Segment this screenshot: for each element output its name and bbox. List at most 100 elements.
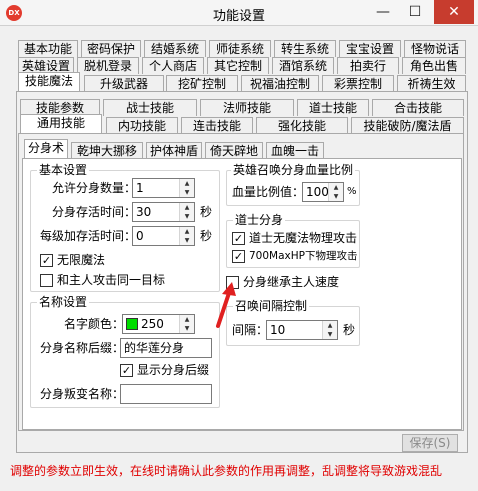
tab-blood-soul-strike[interactable]: 血魄一击 [266, 142, 324, 159]
check-mark-icon[interactable]: ✓ [232, 232, 245, 245]
taoist-no-magic-label: 道士无魔法物理攻击 [249, 231, 358, 245]
tab-password-protect[interactable]: 密码保护 [81, 40, 141, 57]
tab-offline-login[interactable]: 脱机登录 [77, 57, 139, 74]
max-clones-arrows[interactable]: ▲ ▼ [179, 179, 194, 197]
bottom-warning-text: 调整的参数立即生效，在线时请确认此参数的作用再调整，乱调整将导致游戏混乱 [10, 464, 443, 478]
tab-rebirth[interactable]: 转生系统 [274, 40, 336, 57]
name-color-value: 250 [141, 317, 164, 331]
unlimited-magic-checkbox[interactable]: ✓ 无限魔法 [40, 252, 160, 268]
spin-down-icon[interactable]: ▼ [180, 236, 194, 245]
name-settings-title: 名称设置 [37, 294, 90, 310]
tab-auction[interactable]: 拍卖行 [337, 57, 399, 74]
interval-spinner[interactable]: 10 ▲ ▼ [266, 320, 338, 340]
check-mark-icon[interactable]: ✓ [120, 364, 133, 377]
spin-up-icon[interactable]: ▲ [180, 315, 194, 324]
spin-down-icon[interactable]: ▼ [180, 212, 194, 221]
attack-same-target-checkbox[interactable]: 和主人攻击同一目标 [40, 272, 200, 288]
max-clones-label: 允许分身数量： [52, 181, 137, 195]
hp-ratio-spinner[interactable]: 100 ▲ ▼ [302, 182, 344, 202]
per-level-time-spinner[interactable]: 0 ▲ ▼ [132, 226, 195, 246]
interval-unit: 秒 [343, 323, 356, 337]
taoist-no-magic-checkbox[interactable]: ✓ 道士无魔法物理攻击 [232, 230, 358, 246]
spin-down-icon[interactable]: ▼ [323, 330, 337, 339]
tab-lottery-control[interactable]: 彩票控制 [322, 75, 394, 92]
tab-enhance-skills[interactable]: 强化技能 [256, 117, 348, 134]
tab-master-apprentice[interactable]: 师徒系统 [209, 40, 271, 57]
tab-marriage[interactable]: 结婚系统 [144, 40, 206, 57]
name-color-spinner[interactable]: 250 ▲ ▼ [122, 314, 195, 334]
hp-ratio-label: 血量比例值： [232, 185, 305, 199]
annotation-arrow-icon [216, 282, 236, 328]
tab-other-control[interactable]: 其它控制 [207, 57, 269, 74]
tab-personal-shop[interactable]: 个人商店 [142, 57, 204, 74]
spin-up-icon[interactable]: ▲ [180, 227, 194, 236]
per-level-time-unit: 秒 [200, 229, 213, 243]
tab-combo-skills[interactable]: 合击技能 [372, 99, 464, 116]
tab-upgrade-weapon[interactable]: 升级武器 [84, 75, 164, 92]
inherit-speed-label: 分身继承主人速度 [243, 275, 340, 289]
max-clones-value: 1 [136, 181, 144, 195]
name-color-arrows[interactable]: ▲ ▼ [179, 315, 194, 333]
show-suffix-checkbox[interactable]: ✓ 显示分身后缀 [120, 362, 216, 378]
per-level-time-value: 0 [136, 229, 144, 243]
hp-ratio-arrows[interactable]: ▲ ▼ [328, 183, 343, 201]
taoist-clone-title: 道士分身 [233, 212, 286, 228]
tab-pet-settings[interactable]: 宝宝设置 [339, 40, 401, 57]
tab-mining-control[interactable]: 挖矿控制 [166, 75, 238, 92]
hp-ratio-unit: % [347, 186, 357, 197]
tab-skill-magic[interactable]: 技能魔法 [18, 72, 80, 91]
tab-monster-speech[interactable]: 怪物说话 [404, 40, 466, 57]
title-bar: DX 功能设置 — ☐ ✕ [0, 0, 478, 26]
spin-down-icon[interactable]: ▼ [329, 192, 343, 201]
tab-clone-skill[interactable]: 分身术 [24, 139, 68, 158]
tab-character-sale[interactable]: 角色出售 [402, 57, 466, 74]
tab-mage-skills[interactable]: 法师技能 [200, 99, 294, 116]
taoist-maxhp-physical-checkbox[interactable]: ✓ 700MaxHP下物理攻击 [232, 248, 358, 264]
survive-time-unit: 秒 [200, 205, 213, 219]
show-suffix-label: 显示分身后缀 [137, 363, 210, 377]
tab-taoist-skills[interactable]: 道士技能 [297, 99, 369, 116]
tab-heaven-earth-move[interactable]: 乾坤大挪移 [71, 142, 143, 159]
spin-up-icon[interactable]: ▲ [323, 321, 337, 330]
unlimited-magic-label: 无限魔法 [57, 253, 106, 267]
per-level-time-arrows[interactable]: ▲ ▼ [179, 227, 194, 245]
tab-tavern[interactable]: 酒馆系统 [272, 57, 334, 74]
maximize-button[interactable]: ☐ [400, 0, 430, 24]
survive-time-arrows[interactable]: ▲ ▼ [179, 203, 194, 221]
basic-settings-title: 基本设置 [37, 162, 90, 178]
clone-suffix-label: 分身名称后缀： [40, 341, 125, 355]
per-level-time-label: 每级加存活时间： [40, 229, 137, 243]
survive-time-value: 30 [136, 205, 152, 219]
minimize-button[interactable]: — [368, 0, 398, 24]
interval-value: 10 [270, 323, 286, 337]
taoist-maxhp-physical-label: 700MaxHP下物理攻击 [249, 250, 358, 262]
tab-bless-oil-control[interactable]: 祝福油控制 [241, 75, 319, 92]
interval-arrows[interactable]: ▲ ▼ [322, 321, 337, 339]
empty-checkbox-icon[interactable] [40, 274, 53, 287]
tab-inner-skills[interactable]: 内功技能 [106, 117, 178, 134]
inherit-speed-checkbox[interactable]: 分身继承主人速度 [226, 274, 346, 290]
tab-prayer-effect[interactable]: 祈祷生效 [397, 75, 466, 92]
betray-name-input[interactable] [120, 384, 212, 404]
max-clones-spinner[interactable]: 1 ▲ ▼ [132, 178, 195, 198]
survive-time-spinner[interactable]: 30 ▲ ▼ [132, 202, 195, 222]
spin-down-icon[interactable]: ▼ [180, 188, 194, 197]
tab-body-shield[interactable]: 护体神盾 [146, 142, 202, 159]
spin-up-icon[interactable]: ▲ [329, 183, 343, 192]
check-mark-icon[interactable]: ✓ [40, 254, 53, 267]
spin-up-icon[interactable]: ▲ [180, 203, 194, 212]
betray-name-label: 分身叛变名称： [40, 387, 125, 401]
tab-heaven-split[interactable]: 倚天辟地 [205, 142, 263, 159]
tab-basic-functions[interactable]: 基本功能 [18, 40, 78, 57]
close-button[interactable]: ✕ [434, 0, 474, 24]
spin-down-icon[interactable]: ▼ [180, 324, 194, 333]
save-button[interactable]: 保存(S) [402, 434, 458, 452]
tab-combo-hit-skills[interactable]: 连击技能 [181, 117, 253, 134]
tab-general-skills[interactable]: 通用技能 [20, 114, 102, 133]
spin-up-icon[interactable]: ▲ [180, 179, 194, 188]
tab-warrior-skills[interactable]: 战士技能 [103, 99, 197, 116]
clone-suffix-input[interactable]: 的华莲分身 [120, 338, 212, 358]
check-mark-icon[interactable]: ✓ [232, 250, 245, 263]
tab-skill-break-defense[interactable]: 技能破防/魔法盾 [351, 117, 464, 134]
survive-time-label: 分身存活时间： [52, 205, 137, 219]
